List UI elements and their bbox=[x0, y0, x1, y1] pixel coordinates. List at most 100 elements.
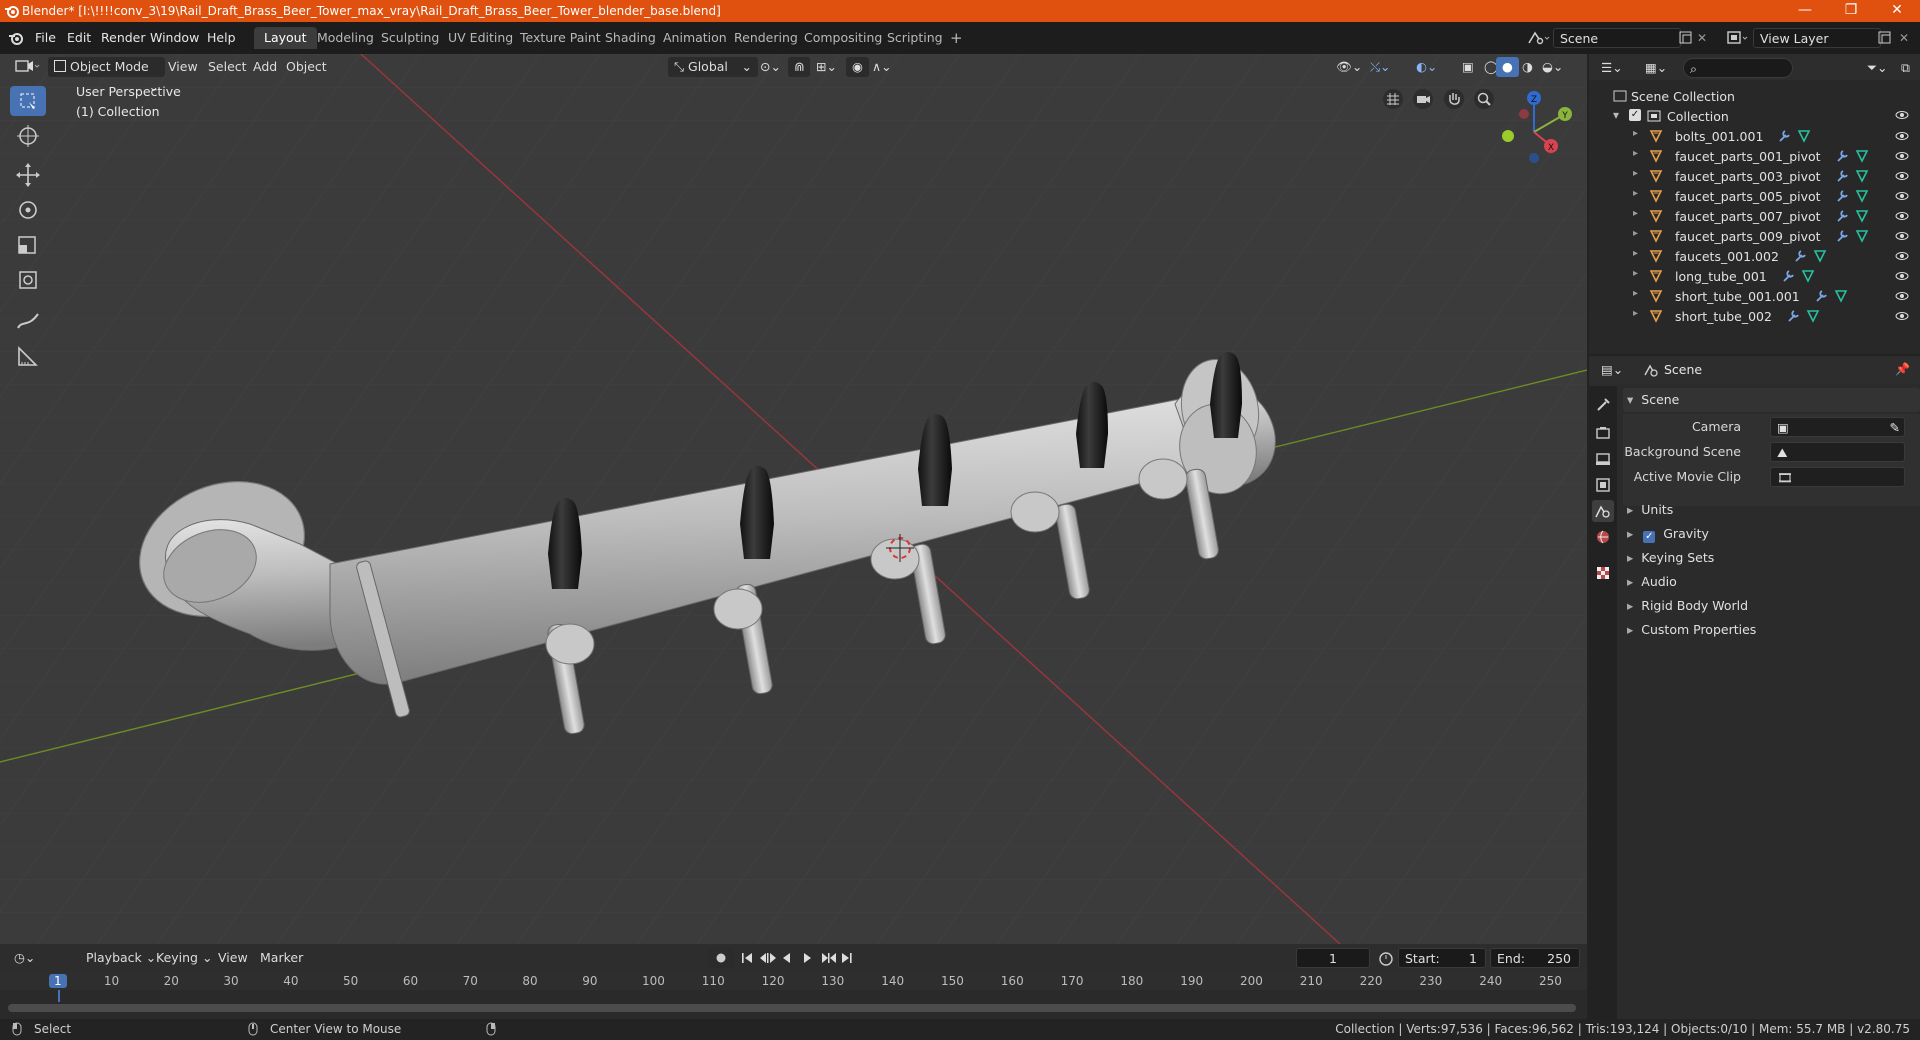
eye-icon[interactable] bbox=[1895, 210, 1909, 222]
disclosure-triangle-right-icon[interactable]: ▸ bbox=[1633, 288, 1638, 299]
outliner-object-row[interactable]: ▸ faucets_001.002 bbox=[1589, 246, 1920, 266]
outliner-row-collection[interactable]: ▾ ✓ Collection bbox=[1589, 106, 1920, 126]
outliner-object-row[interactable]: ▸ bolts_001.001 bbox=[1589, 126, 1920, 146]
overlays-toggle-icon[interactable]: ◐⌄ bbox=[1410, 57, 1443, 77]
collection-checkbox[interactable]: ✓ bbox=[1629, 109, 1641, 121]
units-panel[interactable]: ▸ Units bbox=[1623, 498, 1920, 522]
eye-icon[interactable] bbox=[1895, 230, 1909, 242]
view-layer-tab-icon[interactable] bbox=[1592, 474, 1614, 496]
modifier-wrench-icon[interactable] bbox=[1793, 249, 1807, 263]
annotate-tool[interactable] bbox=[10, 306, 46, 336]
toggle-view-grid-icon[interactable] bbox=[1382, 88, 1404, 110]
move-tool[interactable] bbox=[10, 160, 46, 190]
measure-tool[interactable] bbox=[10, 341, 46, 371]
stopwatch-icon[interactable] bbox=[1378, 950, 1394, 966]
mesh-data-icon[interactable] bbox=[1855, 189, 1869, 203]
outliner-object-row[interactable]: ▸ faucet_parts_009_pivot bbox=[1589, 226, 1920, 246]
new-scene-icon[interactable] bbox=[1678, 30, 1694, 46]
outliner-object-row[interactable]: ▸ short_tube_002 bbox=[1589, 306, 1920, 326]
viewport-menu-view[interactable]: View bbox=[162, 57, 204, 77]
eye-icon[interactable] bbox=[1895, 250, 1909, 262]
transform-orientation-dropdown[interactable]: ⤡ Global ⌄ bbox=[668, 57, 758, 77]
timeline-scrollbar-thumb[interactable] bbox=[8, 1004, 1576, 1012]
scale-tool[interactable] bbox=[10, 230, 46, 260]
editor-type-icon[interactable] bbox=[8, 57, 48, 77]
disclosure-triangle-right-icon[interactable]: ▸ bbox=[1633, 168, 1638, 179]
start-frame-field[interactable]: Start: 1 bbox=[1398, 948, 1486, 968]
eye-icon[interactable] bbox=[1895, 270, 1909, 282]
navigation-gizmo[interactable]: Z Y X bbox=[1494, 88, 1574, 168]
select-box-tool[interactable] bbox=[10, 86, 46, 116]
disclosure-triangle-right-icon[interactable]: ▸ bbox=[1633, 248, 1638, 259]
pivot-point-icon[interactable]: ⊙⌄ bbox=[754, 57, 787, 77]
mesh-data-icon[interactable] bbox=[1855, 169, 1869, 183]
gravity-checkbox[interactable]: ✓ bbox=[1643, 531, 1656, 543]
timeline-menu-marker[interactable]: Marker bbox=[254, 948, 309, 968]
outliner-object-row[interactable]: ▸ faucet_parts_001_pivot bbox=[1589, 146, 1920, 166]
outliner-object-row[interactable]: ▸ faucet_parts_005_pivot bbox=[1589, 186, 1920, 206]
scene-tab-icon[interactable] bbox=[1592, 500, 1614, 522]
object-mode-dropdown[interactable]: Object Mode ⌄ bbox=[48, 57, 165, 94]
render-tab-icon[interactable] bbox=[1592, 422, 1614, 444]
minimize-button[interactable]: — bbox=[1782, 0, 1828, 22]
snap-target-icon[interactable]: ⊞⌄ bbox=[810, 57, 843, 77]
eye-icon[interactable] bbox=[1895, 109, 1909, 121]
outliner-row-scene-collection[interactable]: Scene Collection bbox=[1589, 86, 1920, 106]
timeline-menu-keying[interactable]: Keying ⌄ bbox=[150, 948, 218, 968]
eye-icon[interactable] bbox=[1895, 290, 1909, 302]
gravity-panel[interactable]: ▸ ✓ Gravity bbox=[1623, 522, 1920, 546]
disclosure-triangle-right-icon[interactable]: ▸ bbox=[1633, 268, 1638, 279]
outliner-object-row[interactable]: ▸ short_tube_001.001 bbox=[1589, 286, 1920, 306]
gizmo-toggle-icon[interactable]: ⤯⌄ bbox=[1364, 57, 1396, 77]
properties-editor[interactable]: ▤⌄ Scene 📌 ▾ Scene Camera ▣ ✎ Background… bbox=[1589, 356, 1920, 1019]
menu-help[interactable]: Help bbox=[198, 22, 245, 54]
record-button[interactable] bbox=[708, 948, 734, 968]
eye-icon[interactable] bbox=[1895, 310, 1909, 322]
modifier-wrench-icon[interactable] bbox=[1814, 289, 1828, 303]
outliner-object-row[interactable]: ▸ faucet_parts_007_pivot bbox=[1589, 206, 1920, 226]
viewport-menu-add[interactable]: Add bbox=[247, 57, 283, 77]
outliner-editor[interactable]: ☰⌄ ▦⌄ ⌕ ⏷⌄ ⧉ Scene Collection ▾ ✓ Collec… bbox=[1589, 54, 1920, 354]
proportional-falloff-icon[interactable]: ∧⌄ bbox=[866, 57, 898, 77]
rigid-body-world-panel[interactable]: ▸ Rigid Body World bbox=[1623, 594, 1920, 618]
timeline-ruler[interactable]: 1 10 20 30 40 50 60 70 80 90 100 110 120 130 140 150 160… bbox=[0, 972, 1587, 990]
snap-toggle-icon[interactable]: ⋒ bbox=[788, 57, 811, 77]
current-frame-field[interactable]: 1 bbox=[1296, 948, 1370, 968]
mesh-data-icon[interactable] bbox=[1801, 269, 1815, 283]
disclosure-triangle-right-icon[interactable]: ▸ bbox=[1633, 188, 1638, 199]
viewport-menu-select[interactable]: Select bbox=[202, 57, 253, 77]
audio-panel[interactable]: ▸ Audio bbox=[1623, 570, 1920, 594]
modifier-wrench-icon[interactable] bbox=[1835, 149, 1849, 163]
pan-view-icon[interactable] bbox=[1443, 88, 1465, 110]
eye-icon[interactable] bbox=[1895, 190, 1909, 202]
modifier-wrench-icon[interactable] bbox=[1835, 189, 1849, 203]
custom-properties-panel[interactable]: ▸ Custom Properties bbox=[1623, 618, 1920, 642]
blender-menu-icon[interactable] bbox=[8, 30, 24, 46]
outliner-search-input[interactable]: ⌕ bbox=[1683, 58, 1793, 78]
properties-editor-type-icon[interactable]: ▤⌄ bbox=[1595, 360, 1629, 380]
new-view-layer-icon[interactable] bbox=[1877, 30, 1893, 46]
camera-view-icon[interactable] bbox=[1412, 88, 1434, 110]
xray-toggle-icon[interactable]: ▣ bbox=[1456, 57, 1480, 77]
disclosure-triangle-right-icon[interactable]: ▸ bbox=[1633, 228, 1638, 239]
scene-selector[interactable]: Scene bbox=[1553, 28, 1681, 48]
background-scene-field[interactable]: ⛰ bbox=[1770, 442, 1905, 462]
disclosure-triangle-down-icon[interactable]: ▾ bbox=[1613, 108, 1619, 122]
filter-icon[interactable]: ⏷⌄ bbox=[1861, 58, 1893, 78]
view-layer-icon[interactable] bbox=[1726, 29, 1750, 47]
new-collection-icon[interactable]: ⧉ bbox=[1895, 58, 1916, 78]
end-frame-field[interactable]: End: 250 bbox=[1490, 948, 1580, 968]
mesh-data-icon[interactable] bbox=[1813, 249, 1827, 263]
modifier-wrench-icon[interactable] bbox=[1835, 169, 1849, 183]
mesh-data-icon[interactable] bbox=[1855, 229, 1869, 243]
display-mode-icon[interactable]: ▦⌄ bbox=[1639, 58, 1673, 78]
eye-icon[interactable] bbox=[1895, 170, 1909, 182]
camera-field[interactable]: ▣ ✎ bbox=[1770, 417, 1905, 437]
mesh-data-icon[interactable] bbox=[1855, 149, 1869, 163]
modifier-wrench-icon[interactable] bbox=[1835, 209, 1849, 223]
rendered-shading-icon[interactable]: ◒⌄ bbox=[1536, 57, 1569, 77]
outliner-object-row[interactable]: ▸ long_tube_001 bbox=[1589, 266, 1920, 286]
delete-view-layer-icon[interactable]: ✕ bbox=[1899, 31, 1909, 45]
mesh-data-icon[interactable] bbox=[1855, 209, 1869, 223]
mesh-data-icon[interactable] bbox=[1834, 289, 1848, 303]
